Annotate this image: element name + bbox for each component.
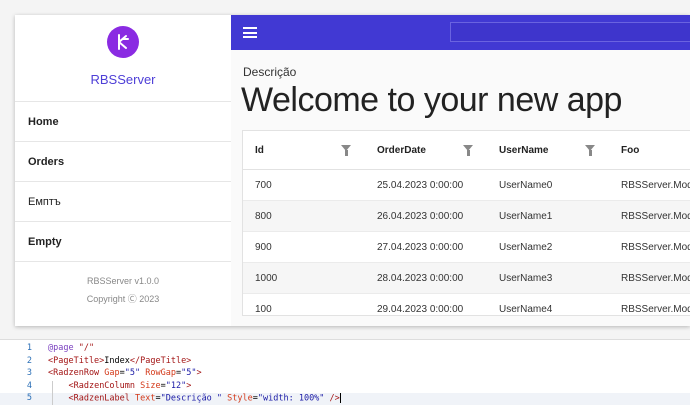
sidebar-item-home[interactable]: Home (15, 101, 231, 141)
line-number: 1 (26, 343, 32, 353)
table-row[interactable]: 100 29.04.2023 0:00:00 UserName4 RBSServer.… (243, 294, 690, 315)
code-line: 1 @page "/" (0, 343, 690, 355)
nav-divider (15, 261, 231, 262)
table-cell-orderdate: 29.04.2023 0:00:00 (377, 303, 464, 315)
sidebar-item-empty[interactable]: Empty (15, 221, 231, 261)
table-cell-orderdate: 26.04.2023 0:00:00 (377, 210, 464, 222)
code-line: 2 <PageTitle>Index</PageTitle> (0, 356, 690, 368)
table-cell-username: UserName3 (499, 272, 553, 284)
copyright-text: Copyright Ⓒ 2023 (86, 294, 160, 304)
table-row[interactable]: 700 25.04.2023 0:00:00 UserName0 RBSServer.… (243, 170, 690, 201)
table-cell-orderdate: 28.04.2023 0:00:00 (377, 272, 464, 284)
filter-icon[interactable] (585, 145, 595, 156)
grid-body: 700 25.04.2023 0:00:00 UserName0 RBSServer.… (243, 170, 690, 315)
code-line: 5 <RadzenLabel Text="Descrição " Style="… (0, 393, 690, 405)
page-title: Welcome to your new app (241, 81, 622, 119)
table-cell-foo: RBSServer.Mod (621, 210, 690, 222)
table-row[interactable]: 800 26.04.2023 0:00:00 UserName1 RBSServer.… (243, 201, 690, 232)
line-number: 2 (26, 355, 32, 366)
brand-logo-glyph (118, 34, 129, 50)
top-bar (231, 15, 690, 50)
column-header-orderdate[interactable]: OrderDate (377, 131, 426, 169)
search-input[interactable] (450, 22, 690, 42)
sidebar-item-label: Home (28, 115, 59, 128)
table-cell-username: UserName4 (499, 303, 553, 315)
grid-header: Id OrderDate UserName Foo (243, 131, 690, 170)
table-row[interactable]: 900 27.04.2023 0:00:00 UserName2 RBSServer.… (243, 232, 690, 263)
line-number: 3 (26, 368, 32, 378)
line-number: 5 (26, 393, 32, 403)
sidebar-item-orders[interactable]: Orders (15, 141, 231, 181)
orders-grid: Id OrderDate UserName Foo 700 25.04.2023 0:0… (242, 130, 690, 316)
filter-icon[interactable] (463, 145, 473, 156)
app-window: RBSServer Home Orders Емптъ Empty RBSServer… (15, 15, 690, 326)
code-line: 4 <RadzenColumn Size="12"> (0, 380, 690, 393)
table-cell-id: 800 (255, 210, 272, 222)
filter-icon[interactable] (341, 145, 351, 156)
code-text: <PageTitle>Index</PageTitle> (48, 355, 192, 366)
description-label: Descrição (243, 65, 297, 79)
table-cell-id: 1000 (255, 272, 278, 284)
sidebar-item-label: Orders (28, 155, 65, 168)
column-header-username[interactable]: UserName (499, 131, 548, 169)
code-line: 3 <RadzenRow Gap="5" RowGap="5"> (0, 368, 690, 380)
brand-logo-icon[interactable] (107, 26, 139, 58)
table-cell-orderdate: 27.04.2023 0:00:00 (377, 241, 464, 253)
sidebar-item-label: Empty (28, 235, 62, 248)
sidebar: RBSServer Home Orders Емптъ Empty RBSServer… (15, 15, 232, 326)
sidebar-nav: Home Orders Емптъ Empty (15, 101, 231, 262)
table-cell-foo: RBSServer.Mod (621, 179, 690, 191)
table-cell-foo: RBSServer.Mod (621, 241, 690, 253)
column-header-id[interactable]: Id (255, 131, 264, 169)
main-content: Descrição Welcome to your new app Id Orde… (231, 50, 690, 326)
app-name: RBSServer (90, 72, 156, 87)
table-cell-id: 900 (255, 241, 272, 253)
table-cell-foo: RBSServer.Mod (621, 272, 690, 284)
table-cell-username: UserName0 (499, 179, 553, 191)
code-text: <RadzenRow Gap="5" RowGap="5"> (48, 368, 202, 378)
code-editor[interactable]: 1 @page "/" 2 <PageTitle>Index</PageTitle> 3… (0, 339, 690, 408)
sidebar-item-емптъ[interactable]: Емптъ (15, 181, 231, 221)
table-cell-orderdate: 25.04.2023 0:00:00 (377, 179, 464, 191)
table-cell-foo: RBSServer.Mod (621, 303, 690, 315)
version-text: RBSServer v1.0.0 (86, 276, 160, 286)
hamburger-icon[interactable] (243, 27, 257, 38)
table-cell-username: UserName1 (499, 210, 553, 222)
code-text: @page "/" (48, 343, 95, 353)
text-cursor (339, 393, 341, 403)
sidebar-item-label: Емптъ (28, 195, 61, 208)
code-text: <RadzenColumn Size="12"> (68, 380, 192, 391)
table-cell-id: 100 (255, 303, 272, 315)
table-row[interactable]: 1000 28.04.2023 0:00:00 UserName3 RBSServer… (243, 263, 690, 294)
table-cell-username: UserName2 (499, 241, 553, 253)
line-number: 4 (26, 380, 32, 391)
code-text: <RadzenLabel Text="Descrição " Style="wi… (68, 393, 341, 404)
column-header-foo[interactable]: Foo (621, 131, 639, 169)
table-cell-id: 700 (255, 179, 272, 191)
